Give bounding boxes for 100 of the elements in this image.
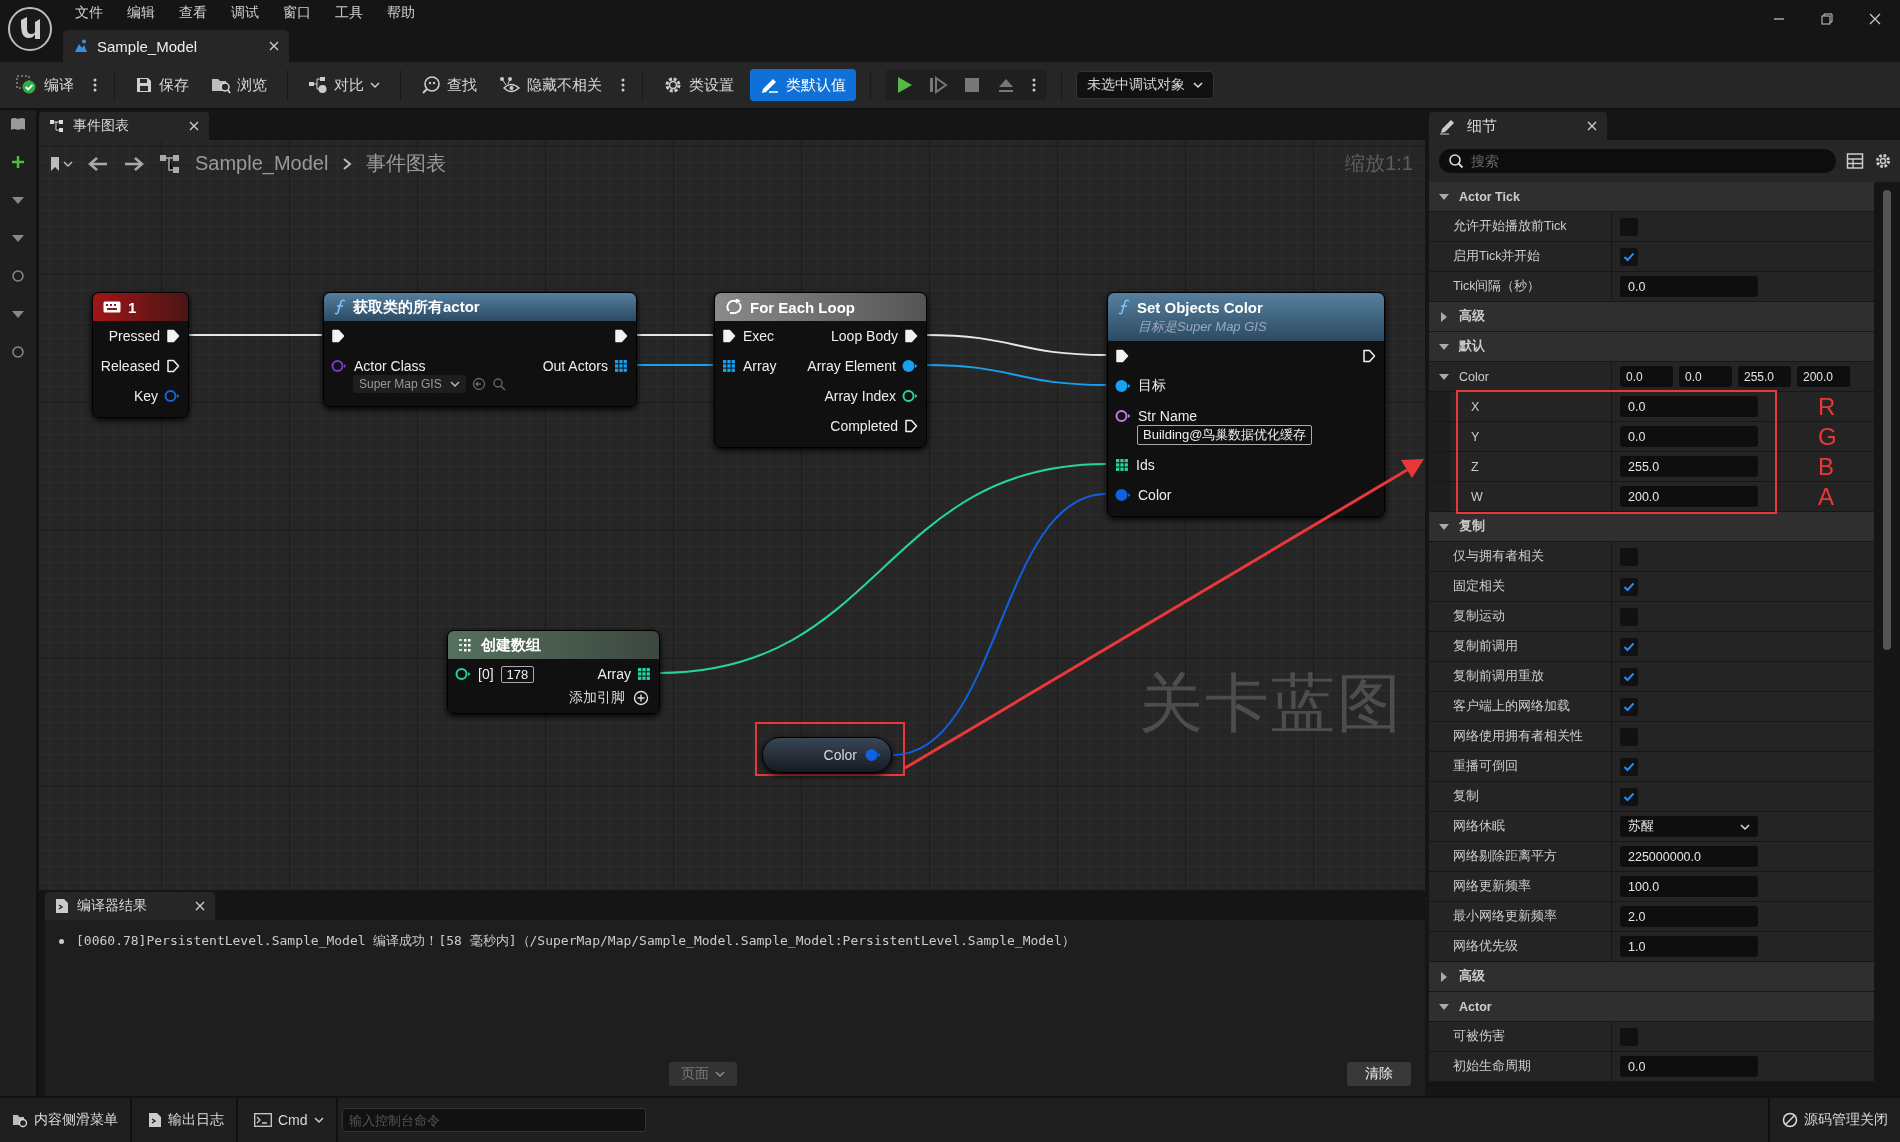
- close-icon[interactable]: [1868, 12, 1882, 26]
- checkbox[interactable]: [1620, 787, 1638, 806]
- compiler-results-tab[interactable]: 编译器结果: [45, 892, 215, 920]
- data-pin-icon[interactable]: [902, 389, 918, 403]
- class-settings-button[interactable]: 类设置: [657, 69, 740, 101]
- dropdown[interactable]: 苏醒: [1620, 816, 1758, 837]
- debug-target-dropdown[interactable]: 未选中调试对象: [1076, 71, 1214, 99]
- expanded-arrow-icon[interactable]: [1439, 341, 1449, 352]
- close-icon[interactable]: [195, 901, 205, 911]
- class-dropdown[interactable]: Super Map GIS: [353, 375, 466, 393]
- number-field[interactable]: 0.0: [1620, 366, 1673, 387]
- diff-button[interactable]: 对比: [302, 69, 386, 101]
- checkbox[interactable]: [1620, 697, 1638, 716]
- data-pin-icon[interactable]: [902, 359, 918, 373]
- checkbox[interactable]: [1620, 667, 1638, 686]
- section-header[interactable]: Actor Tick: [1429, 182, 1874, 212]
- details-tab[interactable]: 细节: [1429, 112, 1607, 140]
- browse-button[interactable]: 浏览: [205, 69, 273, 101]
- array-pin-icon[interactable]: [722, 359, 736, 373]
- expanded-arrow-icon[interactable]: [1439, 1001, 1449, 1012]
- blueprint-node[interactable]: 获取类的所有actor Actor Class Super Map GIS Out Actors: [323, 292, 637, 407]
- menu-item[interactable]: 帮助: [375, 4, 427, 22]
- array-pin-icon[interactable]: [1115, 458, 1129, 472]
- step-icon[interactable]: [927, 74, 949, 96]
- blueprint-node[interactable]: 1 Pressed Released Key: [92, 292, 189, 418]
- menu-item[interactable]: 文件: [63, 4, 115, 22]
- section-header[interactable]: 高级: [1429, 962, 1874, 992]
- scrollbar-thumb[interactable]: [1883, 190, 1891, 650]
- content-drawer-button[interactable]: 内容侧滑菜单: [0, 1098, 132, 1142]
- number-field[interactable]: 0.0: [1620, 276, 1758, 297]
- array-pin-icon[interactable]: [614, 359, 628, 373]
- number-field[interactable]: 0.0: [1620, 426, 1758, 447]
- data-pin-icon[interactable]: [455, 667, 471, 681]
- compile-button[interactable]: 编译: [10, 69, 80, 101]
- checkbox[interactable]: [1620, 577, 1638, 596]
- graph-tab[interactable]: 事件图表: [39, 112, 209, 140]
- close-icon[interactable]: [189, 121, 199, 131]
- engine-logo-icon[interactable]: [7, 6, 53, 52]
- breadcrumb-item[interactable]: 事件图表: [366, 150, 447, 177]
- exec-pin-icon[interactable]: [614, 329, 628, 343]
- bookmark-icon[interactable]: [49, 155, 73, 172]
- menu-item[interactable]: 窗口: [271, 4, 323, 22]
- checkbox[interactable]: [1620, 637, 1638, 656]
- array-pin-icon[interactable]: [637, 667, 651, 681]
- book-icon[interactable]: [10, 116, 26, 132]
- menu-item[interactable]: 编辑: [115, 4, 167, 22]
- checkbox[interactable]: [1620, 247, 1638, 266]
- blueprint-node[interactable]: Set Objects Color 目标是Super Map GIS 目标 Str Name Building@鸟巢数据优化缓存 Ids Color: [1107, 292, 1385, 517]
- find-button[interactable]: 查找: [415, 69, 483, 101]
- exec-pin-icon[interactable]: [166, 359, 180, 373]
- number-field[interactable]: 2.0: [1620, 906, 1758, 927]
- search-field[interactable]: 搜索: [1439, 149, 1836, 173]
- checkbox[interactable]: [1620, 757, 1638, 776]
- circle-icon[interactable]: [10, 268, 26, 284]
- expanded-arrow-icon[interactable]: [1439, 371, 1449, 382]
- add-pin-button[interactable]: 添加引脚: [569, 689, 659, 707]
- restore-icon[interactable]: [1820, 12, 1834, 26]
- variable-node[interactable]: Color: [762, 737, 892, 773]
- number-field[interactable]: 255.0: [1738, 366, 1791, 387]
- table-view-icon[interactable]: [1846, 152, 1864, 170]
- section-header[interactable]: 默认: [1429, 332, 1874, 362]
- exec-pin-icon[interactable]: [904, 419, 918, 433]
- number-field[interactable]: 0.0: [1620, 396, 1758, 417]
- number-field[interactable]: 100.0: [1620, 876, 1758, 897]
- section-header[interactable]: 高级: [1429, 302, 1874, 332]
- pin-value-field[interactable]: Building@鸟巢数据优化缓存: [1137, 425, 1313, 445]
- use-selected-icon[interactable]: [471, 377, 486, 391]
- expanded-arrow-icon[interactable]: [1439, 521, 1449, 532]
- number-field[interactable]: 225000000.0: [1620, 846, 1758, 867]
- menu-item[interactable]: 工具: [323, 4, 375, 22]
- data-pin-icon[interactable]: [1115, 409, 1131, 423]
- exec-pin-icon[interactable]: [1115, 349, 1129, 363]
- graph-canvas[interactable]: [39, 140, 1425, 890]
- breadcrumb-item[interactable]: Sample_Model: [195, 152, 329, 175]
- output-log-button[interactable]: 输出日志: [136, 1098, 238, 1142]
- number-field[interactable]: 1.0: [1620, 936, 1758, 957]
- number-field[interactable]: 0.0: [1620, 1056, 1758, 1077]
- hide-unrelated-button[interactable]: 隐藏不相关: [493, 69, 608, 101]
- exec-pin-icon[interactable]: [722, 329, 736, 343]
- menu-item[interactable]: 查看: [167, 4, 219, 22]
- wire[interactable]: [925, 364, 1107, 386]
- expanded-arrow-icon[interactable]: [1439, 191, 1449, 202]
- menu-item[interactable]: 调试: [219, 4, 271, 22]
- more-options-icon[interactable]: [1031, 77, 1037, 93]
- settings-icon[interactable]: [1874, 152, 1892, 170]
- exec-pin-icon[interactable]: [1362, 349, 1376, 363]
- add-icon[interactable]: [10, 154, 26, 170]
- number-field[interactable]: 200.0: [1797, 366, 1850, 387]
- search-icon[interactable]: [491, 377, 506, 391]
- back-arrow-icon[interactable]: [87, 154, 109, 173]
- console-input[interactable]: 输入控制台命令: [341, 1108, 646, 1132]
- blueprint-node[interactable]: For Each Loop Exec Loop Body Array Array Element Array Index Completed: [714, 292, 927, 448]
- close-icon[interactable]: [1587, 121, 1597, 131]
- section-header[interactable]: Actor: [1429, 992, 1874, 1022]
- number-field[interactable]: 0.0: [1679, 366, 1732, 387]
- document-tab[interactable]: Sample_Model: [63, 30, 289, 62]
- blueprint-node[interactable]: 创建数组 [0] 178 Array 添加引脚: [447, 630, 660, 714]
- cmd-dropdown[interactable]: Cmd: [242, 1098, 338, 1142]
- collapsed-arrow-icon[interactable]: [1439, 971, 1449, 982]
- number-field[interactable]: 255.0: [1620, 456, 1758, 477]
